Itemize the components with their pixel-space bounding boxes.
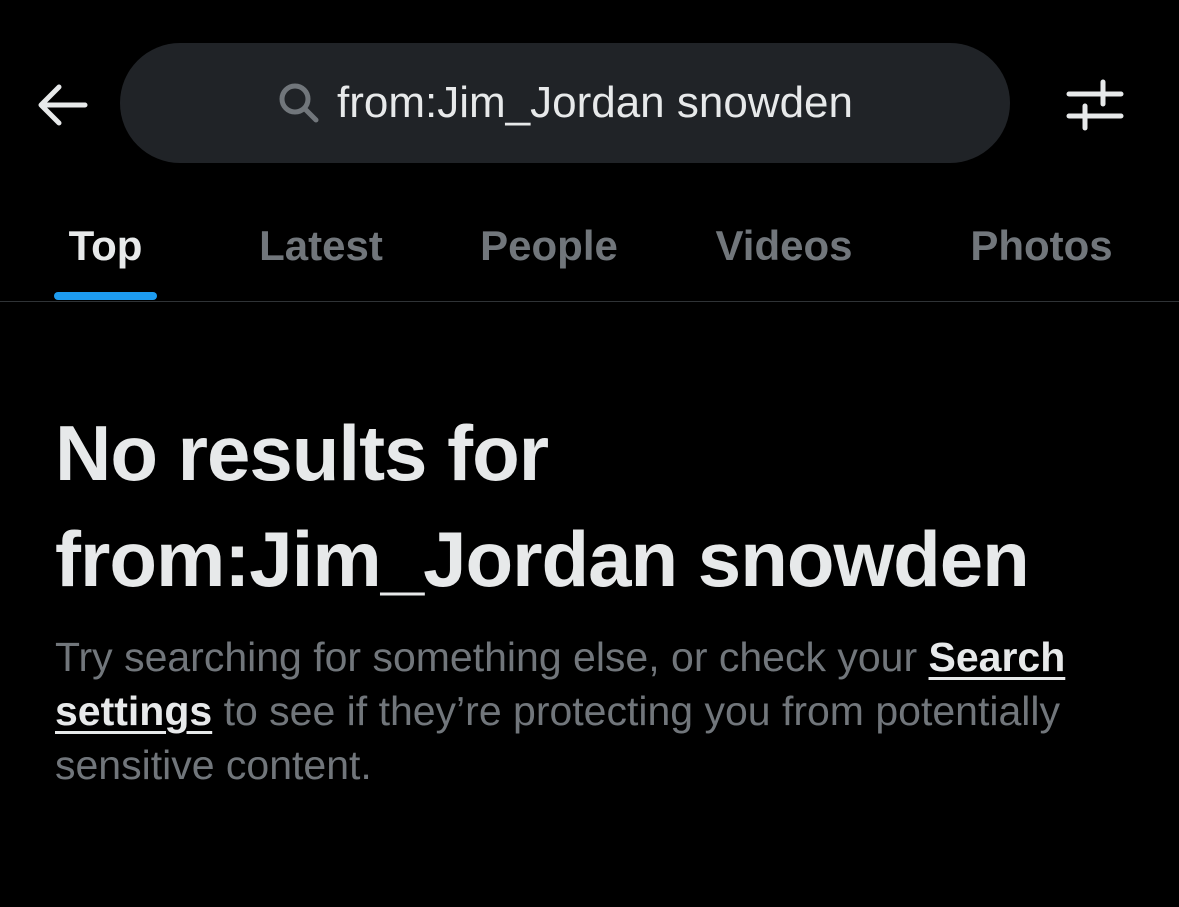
top-bar: from:Jim_Jordan snowden (0, 0, 1179, 200)
arrow-left-icon (38, 84, 88, 126)
search-icon (277, 81, 321, 125)
sliders-icon (1066, 79, 1124, 131)
empty-state-title: No results for from:Jim_Jordan snowden (55, 400, 1135, 612)
search-filter-button[interactable] (1060, 72, 1130, 138)
active-tab-indicator (54, 292, 157, 300)
tab-latest[interactable]: Latest (240, 190, 402, 301)
tab-videos[interactable]: Videos (696, 190, 872, 301)
empty-title-line1: No results for (55, 409, 549, 497)
empty-state: No results for from:Jim_Jordan snowden T… (55, 400, 1135, 792)
tab-photos[interactable]: Photos (950, 190, 1133, 301)
empty-desc-before: Try searching for something else, or che… (55, 634, 929, 680)
search-content: from:Jim_Jordan snowden (277, 78, 853, 128)
tabs-divider (0, 301, 1179, 302)
search-input[interactable]: from:Jim_Jordan snowden (120, 43, 1010, 163)
search-tabs: Top Latest People Videos Photos (0, 190, 1179, 301)
tab-top[interactable]: Top (54, 190, 157, 301)
back-button[interactable] (28, 72, 94, 138)
search-query-text: from:Jim_Jordan snowden (336, 78, 853, 127)
empty-state-description: Try searching for something else, or che… (55, 630, 1135, 792)
tab-people[interactable]: People (462, 190, 636, 301)
empty-title-line2: from:Jim_Jordan snowden (55, 515, 1030, 603)
